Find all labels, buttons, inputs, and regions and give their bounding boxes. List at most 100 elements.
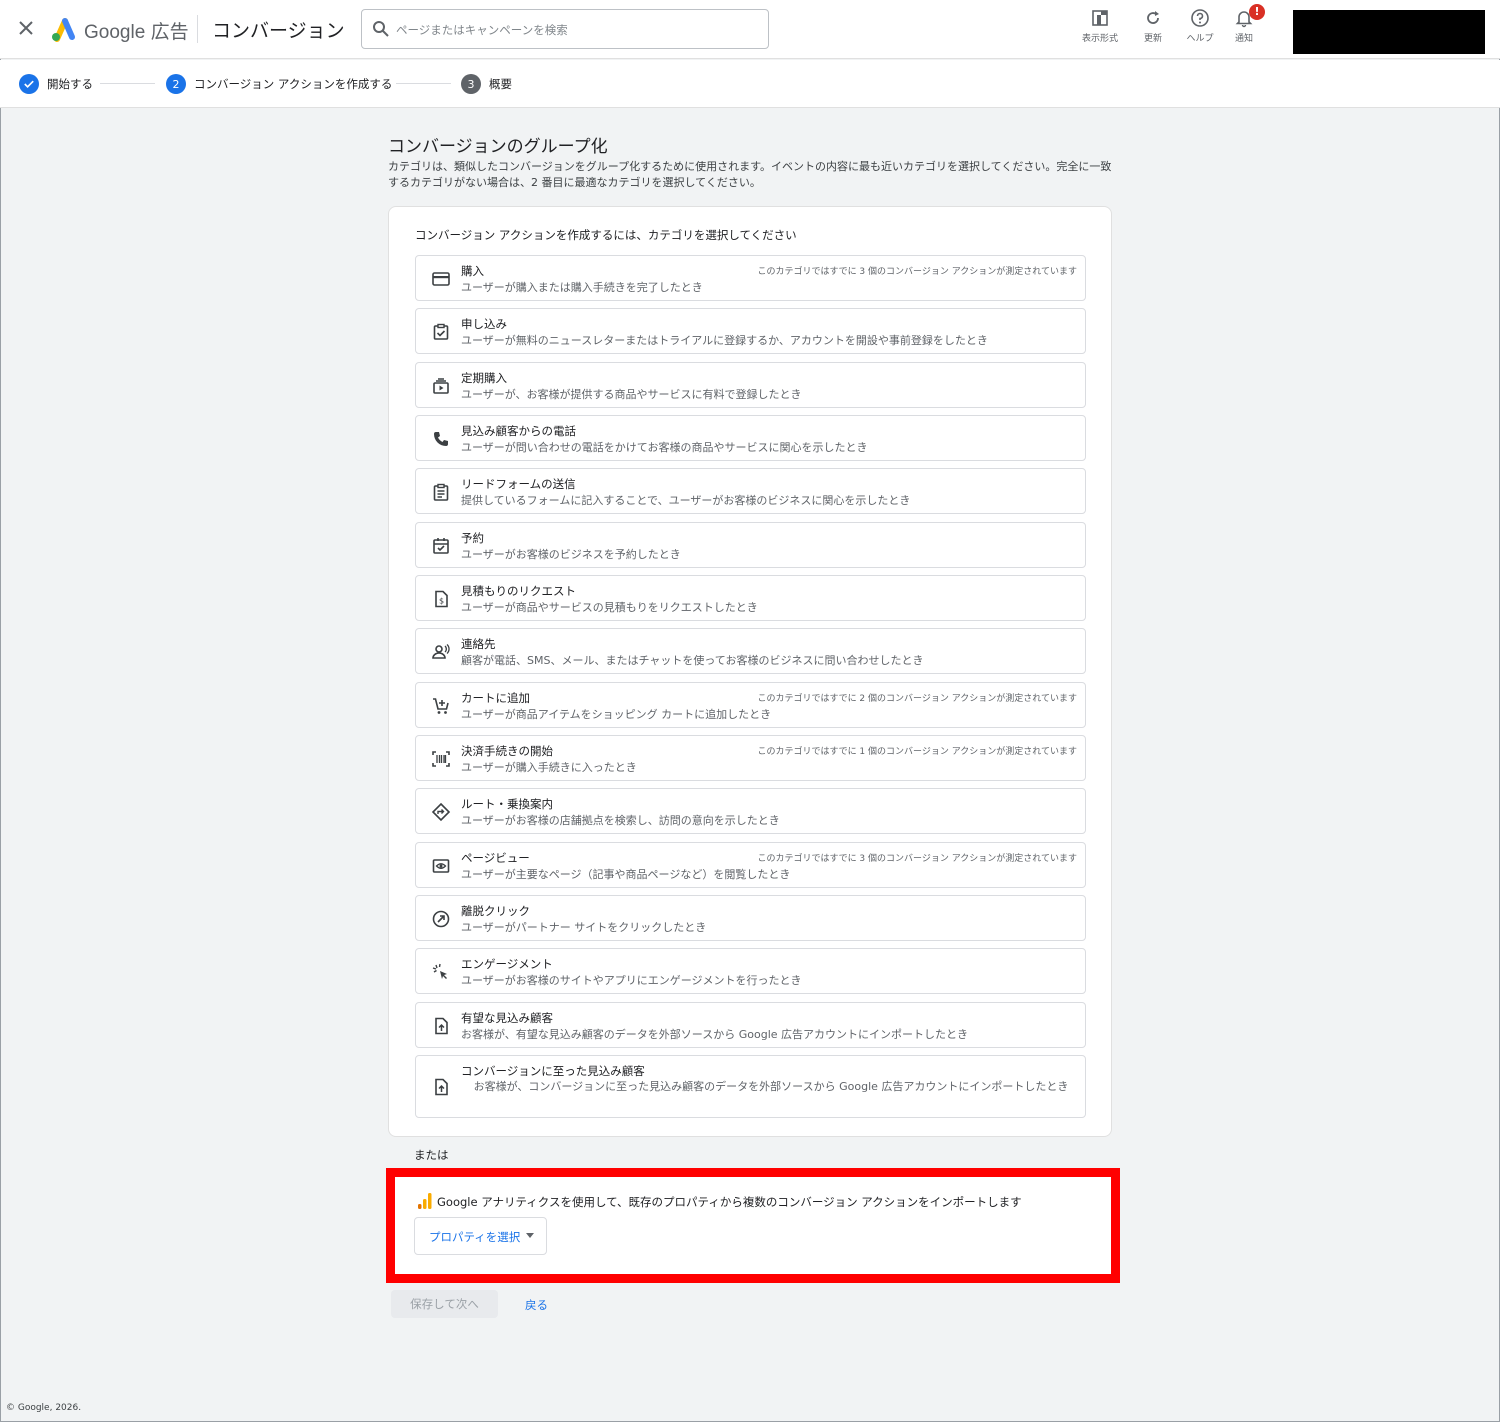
quote-document-icon: $ <box>435 590 448 608</box>
card-prompt: コンバージョン アクションを作成するには、カテゴリを選択してください <box>415 228 797 242</box>
category-note: このカテゴリではすでに 3 個のコンバージョン アクションが測定されています <box>757 267 1077 277</box>
category-desc: ユーザーが問い合わせの電話をかけてお客様の商品やサービスに関心を示したとき <box>461 441 868 454</box>
contact-person-icon <box>432 644 450 659</box>
step-start[interactable]: 開始する <box>19 73 93 95</box>
directions-icon <box>431 802 451 822</box>
outbound-arrow-icon <box>432 910 450 928</box>
refresh-icon <box>1147 11 1159 24</box>
credit-card-icon <box>432 272 450 286</box>
back-link[interactable]: 戻る <box>525 1297 548 1313</box>
category-desc: ユーザーが購入または購入手続きを完了したとき <box>461 281 703 294</box>
add-cart-icon <box>433 698 449 714</box>
category-title: ルート・乗換案内 <box>461 797 553 811</box>
category-phone-call[interactable]: 見込み顧客からの電話 ユーザーが問い合わせの電話をかけてお客様の商品やサービスに… <box>415 415 1086 461</box>
subscriptions-icon <box>433 378 449 394</box>
category-directions[interactable]: ルート・乗換案内 ユーザーがお客様の店舗拠点を検索し、訪問の意向を示したとき <box>415 788 1086 834</box>
or-separator: または <box>414 1148 449 1162</box>
app-header: Google 広告 コンバージョン 表示形式 更新 ヘルプ ! 通知 <box>0 0 1500 59</box>
category-note: このカテゴリではすでに 3 個のコンバージョン アクションが測定されています <box>757 854 1077 864</box>
notifications-label: 通知 <box>1234 34 1253 44</box>
select-property-dropdown[interactable]: プロパティを選択 <box>414 1217 547 1255</box>
step-summary[interactable]: 3 概要 <box>461 73 512 95</box>
category-subscription[interactable]: 定期購入 ユーザーが、お客様が提供する商品やサービスに有料で登録したとき <box>415 362 1086 408</box>
caret-down-icon <box>526 1233 534 1238</box>
category-desc: ユーザーが無料のニュースレターまたはトライアルに登録するか、アカウントを開設や事… <box>461 334 988 347</box>
brand-divider <box>197 15 198 43</box>
category-desc: お客様が、コンバージョンに至った見込み顧客のデータを外部ソースから Google… <box>473 1080 1069 1093</box>
barcode-scan-icon <box>432 751 450 767</box>
category-desc: ユーザーが主要なページ（記事や商品ページなど）を閲覧したとき <box>461 868 791 881</box>
ga-import-text: Google アナリティクスを使用して、既存のプロパティから複数のコンバージョン… <box>437 1195 1022 1209</box>
save-and-next-button[interactable]: 保存して次へ <box>391 1290 498 1318</box>
step-complete-circle <box>19 74 39 94</box>
close-icon <box>19 21 33 35</box>
category-desc: ユーザーが商品アイテムをショッピング カートに追加したとき <box>461 708 772 721</box>
category-title: 購入 <box>461 264 484 278</box>
brand-google: Google <box>84 22 146 43</box>
category-title: 決済手続きの開始 <box>461 744 553 758</box>
category-qualified-lead[interactable]: 有望な見込み顧客 お客様が、有望な見込み顧客のデータを外部ソースから Googl… <box>415 1002 1086 1048</box>
file-upload-icon <box>435 1078 448 1096</box>
step-connector <box>396 83 451 84</box>
footer-copyright: © Google, 2026. <box>6 1403 82 1413</box>
category-outbound-click[interactable]: 離脱クリック ユーザーがパートナー サイトをクリックしたとき <box>415 895 1086 941</box>
header-page-title: コンバージョン <box>212 20 345 42</box>
step-create[interactable]: 2 コンバージョン アクションを作成する <box>166 73 392 95</box>
category-purchase[interactable]: 購入 ユーザーが購入または購入手続きを完了したとき このカテゴリではすでに 3 … <box>415 255 1086 301</box>
clipboard-icon <box>433 483 449 501</box>
category-title: 離脱クリック <box>461 904 530 918</box>
phone-icon <box>434 432 448 446</box>
step-number-circle: 2 <box>166 74 186 94</box>
category-lead-form[interactable]: リードフォームの送信 提供しているフォームに記入することで、ユーザーがお客様のビ… <box>415 468 1086 514</box>
google-analytics-icon <box>418 1193 432 1209</box>
category-title: 見積もりのリクエスト <box>461 584 576 598</box>
category-title: コンバージョンに至った見込み顧客 <box>461 1064 645 1078</box>
category-desc: ユーザーがお客様のビジネスを予約したとき <box>461 548 681 561</box>
account-redacted-block[interactable] <box>1293 10 1485 54</box>
category-title: 予約 <box>461 531 484 545</box>
category-begin-checkout[interactable]: 決済手続きの開始 ユーザーが購入手続きに入ったとき このカテゴリではすでに 1 … <box>415 735 1086 781</box>
progress-stepper: 開始する 2 コンバージョン アクションを作成する 3 概要 <box>0 60 1500 108</box>
category-title: 連絡先 <box>461 637 496 651</box>
category-desc: ユーザーがお客様のサイトやアプリにエンゲージメントを行ったとき <box>461 974 802 987</box>
category-card: コンバージョン アクションを作成するには、カテゴリを選択してください 購入 ユー… <box>388 206 1112 1137</box>
step-create-label: コンバージョン アクションを作成する <box>194 77 393 91</box>
category-desc: ユーザーがお客様の店舗拠点を検索し、訪問の意向を示したとき <box>461 814 780 827</box>
category-title: カートに追加 <box>461 691 530 705</box>
category-booking[interactable]: 予約 ユーザーがお客様のビジネスを予約したとき <box>415 522 1086 568</box>
category-engagement[interactable]: エンゲージメント ユーザーがお客様のサイトやアプリにエンゲージメントを行ったとき <box>415 948 1086 994</box>
category-add-to-cart[interactable]: カートに追加 ユーザーが商品アイテムをショッピング カートに追加したとき このカ… <box>415 682 1086 728</box>
category-converted-lead[interactable]: コンバージョンに至った見込み顧客 お客様が、コンバージョンに至った見込み顧客のデ… <box>415 1055 1086 1118</box>
brand-name: Google 広告 <box>84 17 189 44</box>
click-sparkle-icon <box>432 963 447 979</box>
search-input[interactable] <box>396 19 756 41</box>
checklist-icon <box>433 323 449 340</box>
svg-text:$: $ <box>439 597 444 606</box>
search-icon <box>373 21 389 37</box>
category-quote-request[interactable]: $ 見積もりのリクエスト ユーザーが商品やサービスの見積もりをリクエストしたとき <box>415 575 1086 621</box>
help-icon <box>1191 9 1209 27</box>
category-note: このカテゴリではすでに 1 個のコンバージョン アクションが測定されています <box>757 747 1077 757</box>
category-contact[interactable]: 連絡先 顧客が電話、SMS、メール、またはチャットを使ってお客様のビジネスに問い… <box>415 628 1086 674</box>
category-desc: 提供しているフォームに記入することで、ユーザーがお客様のビジネスに関心を示したと… <box>461 494 911 507</box>
appearance-button[interactable]: 表示形式 <box>1072 8 1128 48</box>
category-desc: お客様が、有望な見込み顧客のデータを外部ソースから Google 広告アカウント… <box>461 1028 969 1041</box>
category-desc: ユーザーが購入手続きに入ったとき <box>461 761 637 774</box>
page-title: コンバージョンのグループ化 <box>388 137 608 157</box>
step-connector <box>100 83 155 84</box>
category-note: このカテゴリではすでに 2 個のコンバージョン アクションが測定されています <box>757 694 1077 704</box>
category-desc: ユーザーが、お客様が提供する商品やサービスに有料で登録したとき <box>461 388 802 401</box>
notification-badge: ! <box>1249 4 1265 20</box>
step-number-circle: 3 <box>461 74 481 94</box>
close-button[interactable] <box>14 16 38 40</box>
google-analytics-import-box: Google アナリティクスを使用して、既存のプロパティから複数のコンバージョン… <box>386 1168 1120 1283</box>
category-signup[interactable]: 申し込み ユーザーが無料のニュースレターまたはトライアルに登録するか、アカウント… <box>415 308 1086 354</box>
search-box[interactable] <box>361 9 769 49</box>
category-title: 申し込み <box>461 317 507 331</box>
notifications-button[interactable]: ! 通知 <box>1216 4 1272 48</box>
checkmark-icon <box>24 80 34 88</box>
category-desc: ユーザーが商品やサービスの見積もりをリクエストしたとき <box>461 601 758 614</box>
select-property-label: プロパティを選択 <box>429 1230 521 1244</box>
step-summary-label: 概要 <box>489 77 512 91</box>
category-page-view[interactable]: ページビュー ユーザーが主要なページ（記事や商品ページなど）を閲覧したとき この… <box>415 842 1086 888</box>
